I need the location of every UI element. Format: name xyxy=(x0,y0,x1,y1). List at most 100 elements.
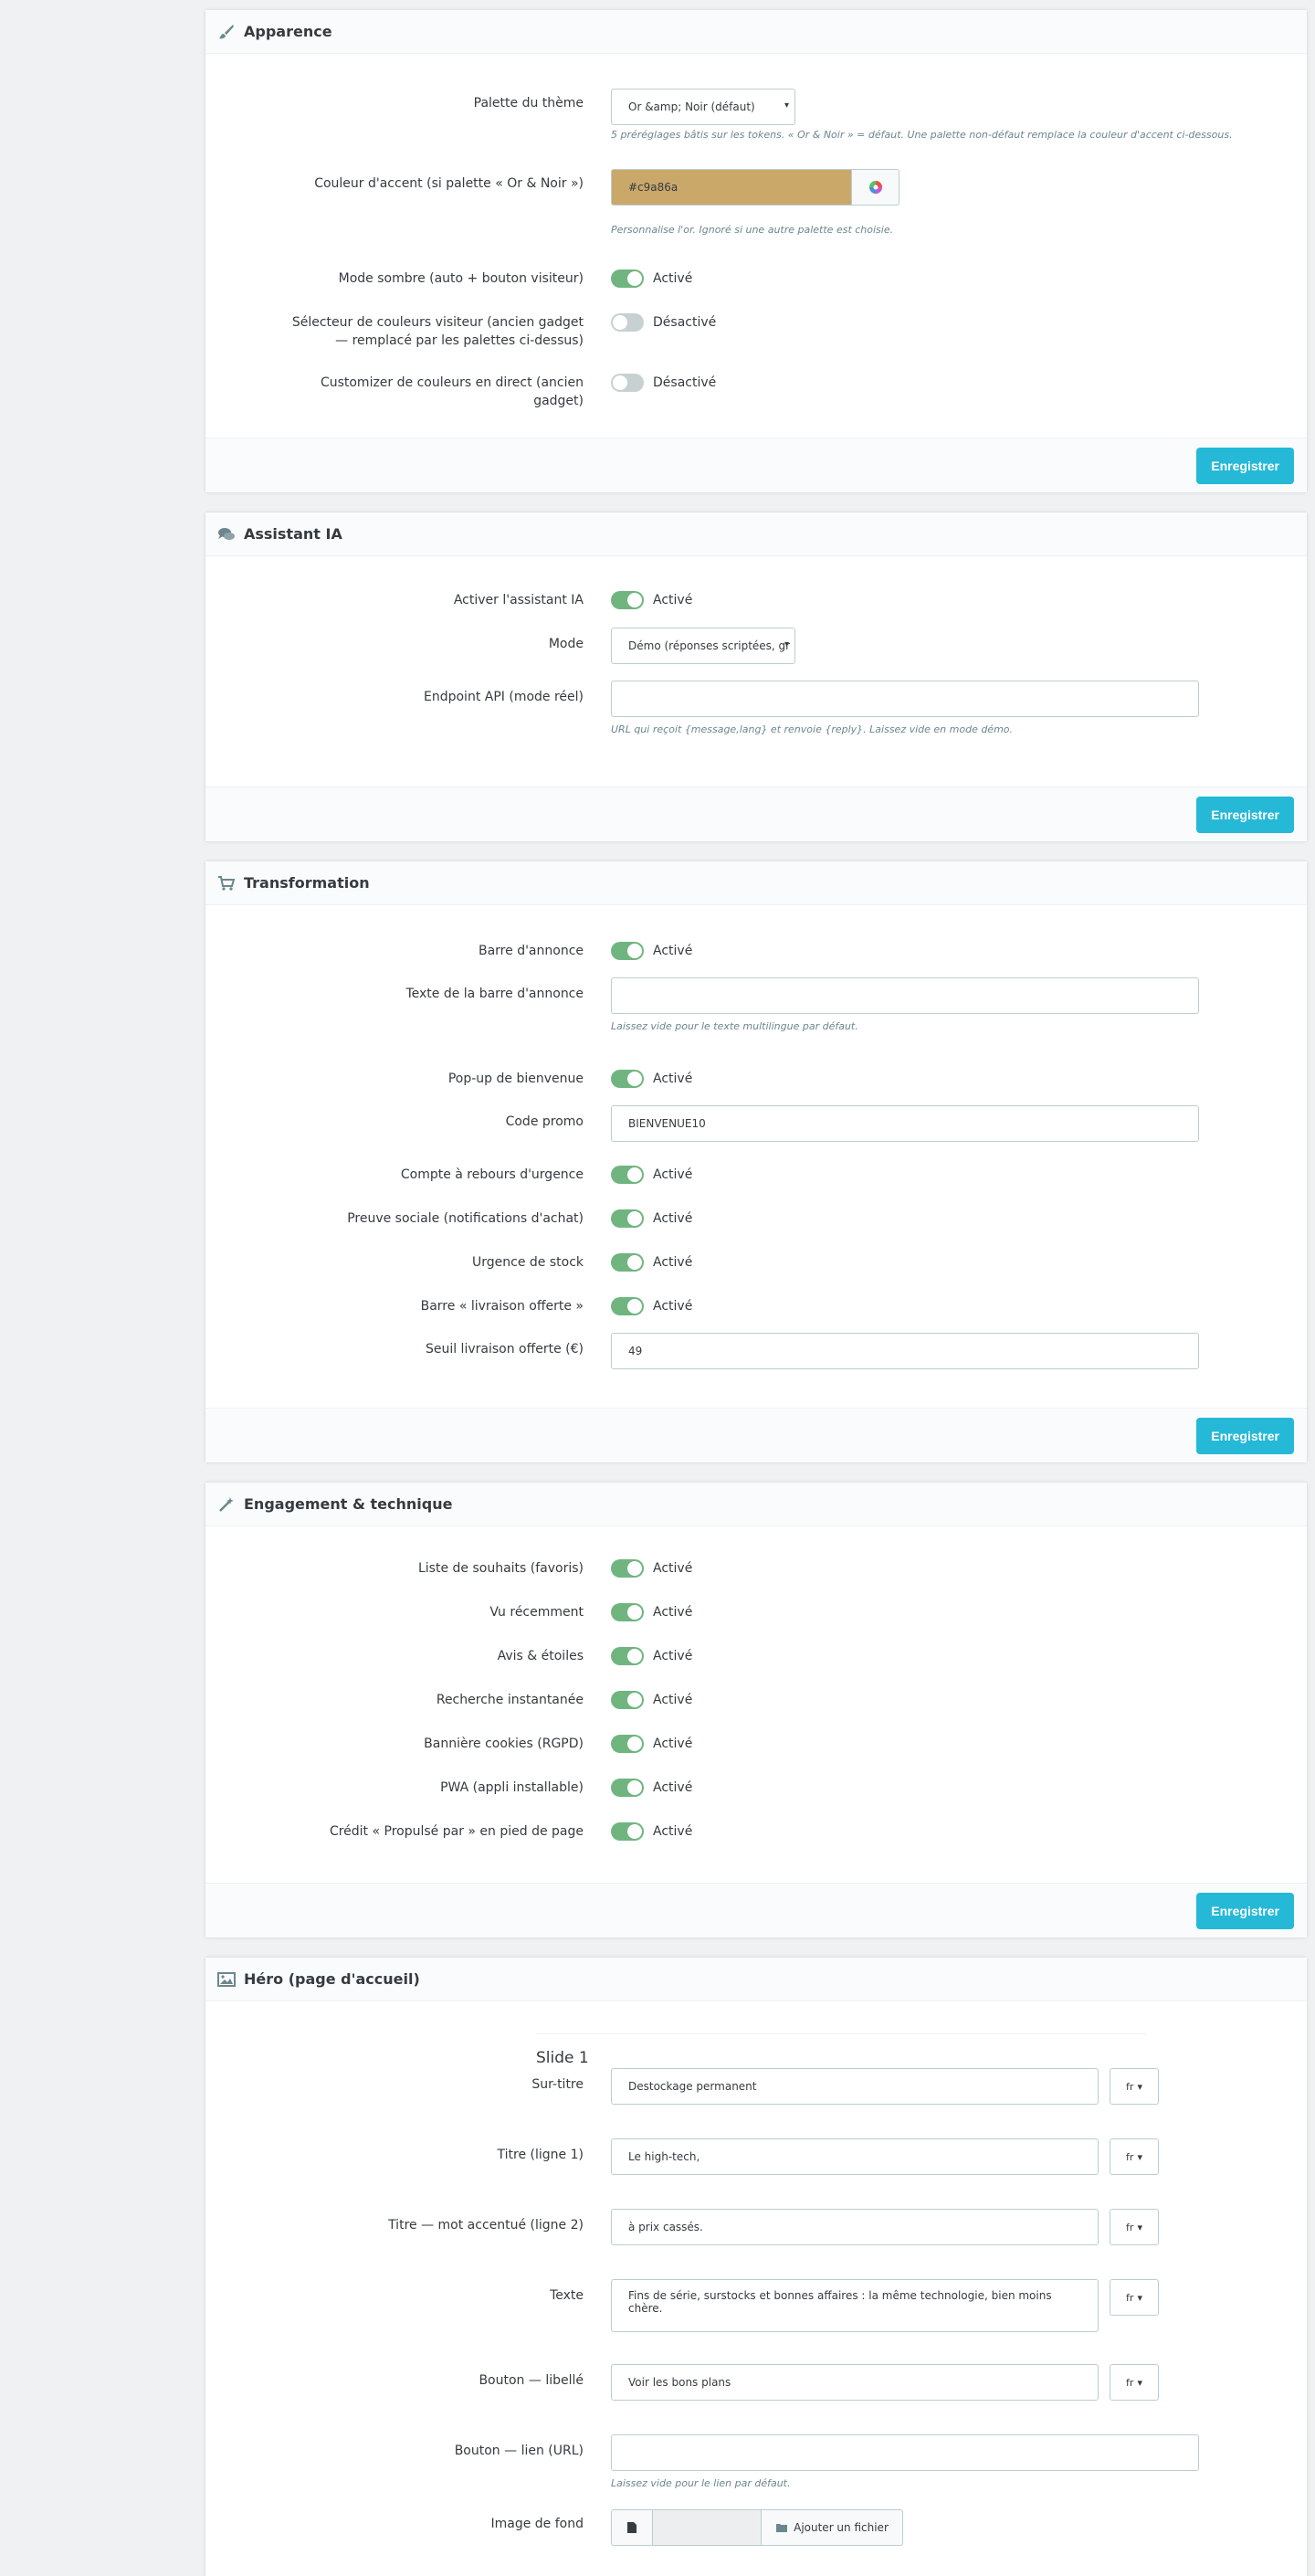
stock-toggle[interactable]: Activé xyxy=(611,1251,692,1273)
language-code: fr xyxy=(1126,2080,1134,2093)
save-button[interactable]: Enregistrer xyxy=(1196,1893,1294,1929)
btn-label-input[interactable]: Voir les bons plans xyxy=(611,2364,1099,2401)
mode-value: Démo (réponses scriptées, gr xyxy=(628,639,791,652)
bar-toggle[interactable]: Activé xyxy=(611,940,692,962)
panel-title: Apparence xyxy=(244,23,332,40)
toggle-switch[interactable] xyxy=(611,942,644,960)
language-code: fr xyxy=(1126,2291,1134,2304)
bg-image-label: Image de fond xyxy=(490,2517,584,2531)
panel-footer: Enregistrer xyxy=(205,438,1307,492)
panel-apparence: Apparence Palette du thème Or &amp; Noir… xyxy=(205,9,1308,493)
popup-toggle[interactable]: Activé xyxy=(611,1068,692,1090)
toggle-switch[interactable] xyxy=(611,1070,644,1088)
toggle-switch[interactable] xyxy=(611,374,644,392)
panel-engagement: Engagement & technique Liste de souhaits… xyxy=(205,1482,1308,1938)
toggle-switch[interactable] xyxy=(611,1603,644,1621)
palette-label: Palette du thème xyxy=(473,96,584,111)
mode-select[interactable]: Démo (réponses scriptées, gr ▾ xyxy=(611,628,795,664)
surtitle-input[interactable]: Destockage permanent xyxy=(611,2068,1099,2105)
toggle-switch[interactable] xyxy=(611,1647,644,1665)
toggle-switch[interactable] xyxy=(611,1735,644,1753)
accent-color-input[interactable]: #c9a86a xyxy=(611,169,852,206)
promo-label: Code promo xyxy=(505,1114,584,1129)
toggle-state: Activé xyxy=(653,944,693,958)
toggle-switch[interactable] xyxy=(611,1779,644,1797)
toggle-state: Activé xyxy=(653,1649,693,1663)
powered-by-toggle[interactable]: Activé xyxy=(611,1821,692,1842)
stock-label: Urgence de stock xyxy=(472,1255,584,1270)
btn-link-input[interactable] xyxy=(611,2434,1199,2471)
language-code: fr xyxy=(1126,2150,1134,2163)
toggle-switch[interactable] xyxy=(611,1559,644,1578)
title2-input[interactable]: à prix cassés. xyxy=(611,2209,1099,2245)
caret-down-icon: ▾ xyxy=(1137,2221,1142,2233)
dark-mode-toggle[interactable]: Activé xyxy=(611,268,692,290)
color-picker-button[interactable] xyxy=(852,169,899,206)
pwa-toggle[interactable]: Activé xyxy=(611,1777,692,1799)
toggle-switch[interactable] xyxy=(611,269,644,288)
panel-footer: Enregistrer xyxy=(205,787,1307,841)
shipping-bar-toggle[interactable]: Activé xyxy=(611,1295,692,1317)
panel-hero: Héro (page d'accueil) Slide 1 Sur-titre … xyxy=(205,1957,1308,2576)
social-toggle[interactable]: Activé xyxy=(611,1208,692,1230)
panel-heading-engagement: Engagement & technique xyxy=(205,1483,1307,1526)
language-dropdown[interactable]: fr ▾ xyxy=(1110,2068,1159,2105)
title1-input[interactable]: Le high-tech, xyxy=(611,2138,1099,2175)
paintbrush-icon xyxy=(216,22,237,42)
assistant-enable-toggle[interactable]: Activé xyxy=(611,589,692,611)
wishlist-toggle[interactable]: Activé xyxy=(611,1557,692,1579)
language-dropdown[interactable]: fr ▾ xyxy=(1110,2209,1159,2245)
customizer-toggle[interactable]: Désactivé xyxy=(611,372,716,394)
promo-input[interactable]: BIENVENUE10 xyxy=(611,1105,1199,1142)
toggle-state: Activé xyxy=(653,1737,693,1751)
btn-link-help: Laissez vide pour le lien par défaut. xyxy=(611,2477,791,2489)
toggle-switch[interactable] xyxy=(611,1253,644,1272)
language-dropdown[interactable]: fr ▾ xyxy=(1110,2138,1159,2175)
toggle-state: Activé xyxy=(653,1299,693,1314)
endpoint-input[interactable] xyxy=(611,681,1199,717)
panel-title: Engagement & technique xyxy=(244,1495,453,1513)
chevron-down-icon: ▾ xyxy=(784,639,789,649)
save-button[interactable]: Enregistrer xyxy=(1196,1418,1294,1454)
language-dropdown[interactable]: fr ▾ xyxy=(1110,2364,1159,2401)
toggle-switch[interactable] xyxy=(611,313,644,332)
text-textarea[interactable]: Fins de série, surstocks et bonnes affai… xyxy=(611,2279,1099,2332)
save-button[interactable]: Enregistrer xyxy=(1196,797,1294,833)
dark-mode-label: Mode sombre (auto + bouton visiteur) xyxy=(338,271,584,286)
toggle-switch[interactable] xyxy=(611,1166,644,1184)
picker-toggle[interactable]: Désactivé xyxy=(611,311,716,333)
toggle-state: Activé xyxy=(653,1072,693,1086)
panel-heading-apparence: Apparence xyxy=(205,10,1307,54)
toggle-switch[interactable] xyxy=(611,591,644,609)
instant-search-toggle[interactable]: Activé xyxy=(611,1689,692,1711)
popup-label: Pop-up de bienvenue xyxy=(447,1072,584,1086)
toggle-state: Activé xyxy=(653,1693,693,1707)
countdown-toggle[interactable]: Activé xyxy=(611,1164,692,1186)
save-button[interactable]: Enregistrer xyxy=(1196,448,1294,484)
shopping-cart-icon xyxy=(216,873,237,893)
toggle-switch[interactable] xyxy=(611,1209,644,1228)
wishlist-label: Liste de souhaits (favoris) xyxy=(417,1561,584,1576)
toggle-switch[interactable] xyxy=(611,1822,644,1841)
panel-title: Transformation xyxy=(244,874,370,892)
recently-viewed-toggle[interactable]: Activé xyxy=(611,1601,692,1623)
add-file-button[interactable]: Ajouter un fichier xyxy=(761,2509,903,2546)
toggle-switch[interactable] xyxy=(611,1297,644,1315)
cookies-toggle[interactable]: Activé xyxy=(611,1733,692,1755)
pwa-label: PWA (appli installable) xyxy=(440,1780,584,1795)
threshold-input[interactable]: 49 xyxy=(611,1333,1199,1369)
palette-select[interactable]: Or &amp; Noir (défaut) ▾ xyxy=(611,89,795,125)
panel-heading-hero: Héro (page d'accueil) xyxy=(205,1958,1307,2001)
panel-heading-assistant: Assistant IA xyxy=(205,512,1307,556)
threshold-label: Seuil livraison offerte (€) xyxy=(425,1342,584,1357)
reviews-toggle[interactable]: Activé xyxy=(611,1645,692,1667)
toggle-state: Activé xyxy=(653,1561,693,1576)
bar-text-input[interactable] xyxy=(611,977,1199,1014)
panel-title: Assistant IA xyxy=(244,525,342,543)
toggle-switch[interactable] xyxy=(611,1691,644,1709)
language-dropdown[interactable]: fr ▾ xyxy=(1110,2279,1159,2316)
file-name-field[interactable] xyxy=(653,2509,761,2546)
social-label: Preuve sociale (notifications d'achat) xyxy=(347,1211,584,1226)
panel-transformation: Transformation Barre d'annonce Activé Te… xyxy=(205,860,1308,1463)
caret-down-icon: ▾ xyxy=(1137,2376,1142,2389)
